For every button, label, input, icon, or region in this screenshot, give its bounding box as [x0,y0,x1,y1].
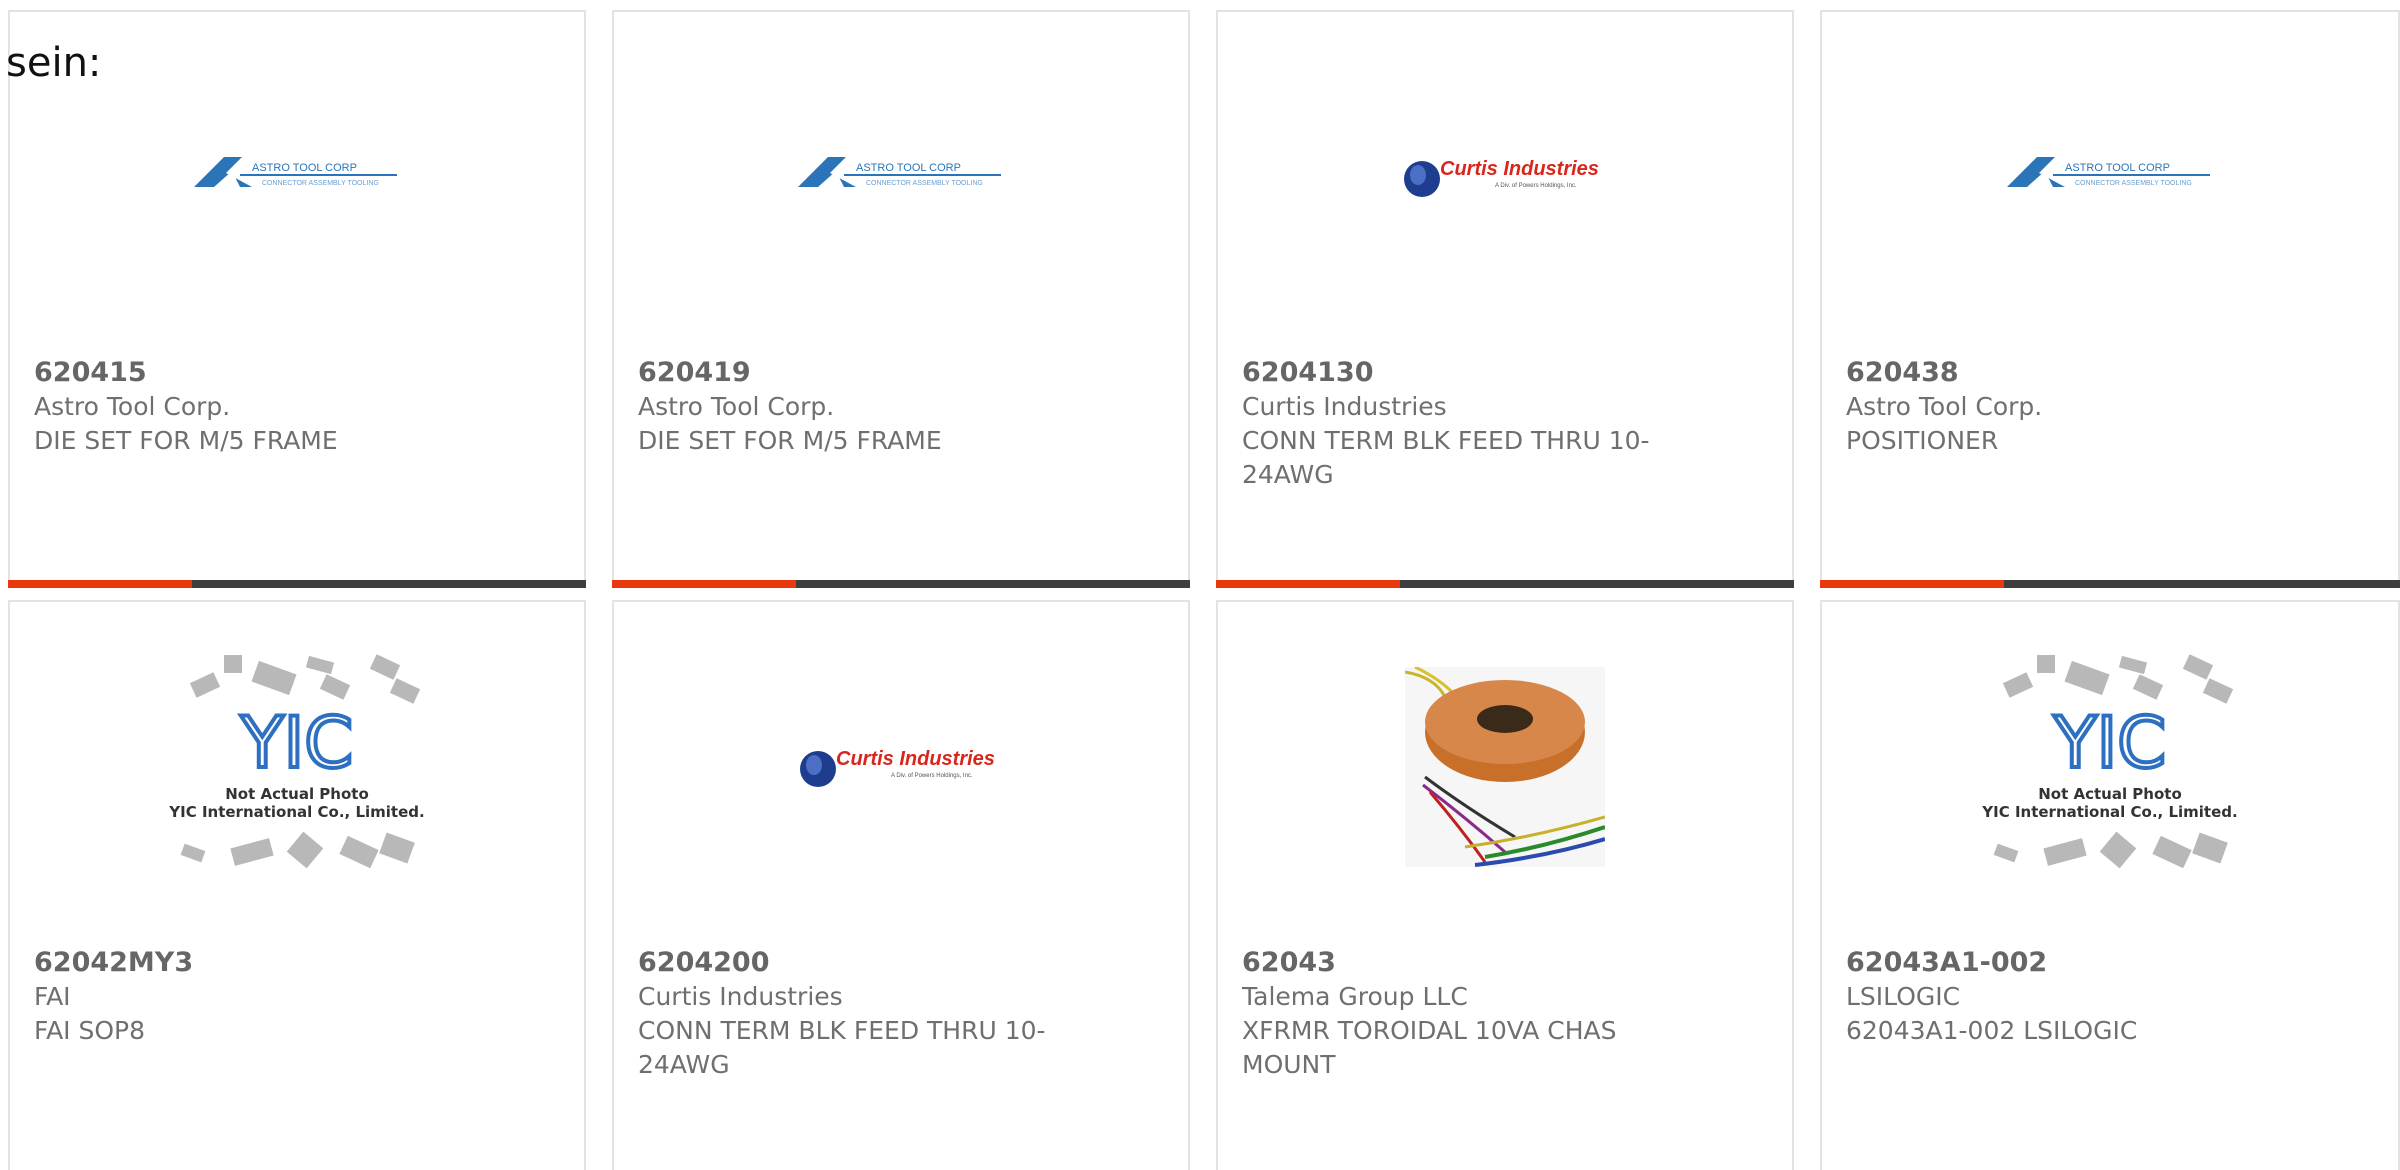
manufacturer: Curtis Industries [1242,392,1447,421]
yic-placeholder-image: YIC Not Actual Photo YIC International C… [168,654,425,869]
part-number[interactable]: 62043 [1242,946,1662,980]
description: CONN TERM BLK FEED THRU 10-24AWG [638,1016,1046,1079]
card-accent-bar [612,580,1190,588]
product-image[interactable]: YIC Not Actual Photo YIC International C… [10,602,584,932]
yic-note-line2: YIC International Co., Limited. [168,803,424,821]
product-image[interactable] [1218,602,1792,932]
part-number[interactable]: 620415 [34,356,454,390]
card-accent-bar [1216,580,1794,588]
curtis-logo-tagline: A Div. of Powers Holdings, Inc. [1495,183,1577,189]
manufacturer: Talema Group LLC [1242,982,1468,1011]
product-info: 620415 Astro Tool Corp. DIE SET FOR M/5 … [34,356,454,458]
description: POSITIONER [1846,426,1999,455]
astro-tool-corp-logo: ASTRO TOOL CORP CONNECTOR ASSEMBLY TOOLI… [798,157,1001,187]
card-accent-bar [1820,580,2400,588]
product-image[interactable]: Curtis Industries A Div. of Powers Holdi… [614,602,1188,932]
manufacturer: Astro Tool Corp. [34,392,231,421]
curtis-logo-tagline: A Div. of Powers Holdings, Inc. [891,773,973,779]
manufacturer: LSILOGIC [1846,982,1961,1011]
description: XFRMR TOROIDAL 10VA CHAS MOUNT [1242,1016,1617,1079]
description: DIE SET FOR M/5 FRAME [638,426,942,455]
description: FAI SOP8 [34,1016,146,1045]
product-card[interactable]: YIC Not Actual Photo YIC International C… [1820,600,2400,1170]
astro-logo-tagline: CONNECTOR ASSEMBLY TOOLING [262,180,379,187]
astro-logo-tagline: CONNECTOR ASSEMBLY TOOLING [866,180,983,187]
description: DIE SET FOR M/5 FRAME [34,426,338,455]
astro-logo-tagline: CONNECTOR ASSEMBLY TOOLING [2075,180,2192,187]
product-info: 620438 Astro Tool Corp. POSITIONER [1846,356,2266,458]
manufacturer: Curtis Industries [638,982,843,1011]
yic-note-line2: YIC International Co., Limited. [1981,803,2237,821]
yic-note-line1: Not Actual Photo [2038,785,2182,803]
toroidal-transformer-photo [1405,667,1605,867]
part-number[interactable]: 6204200 [638,946,1058,980]
description: 62043A1-002 LSILOGIC [1846,1016,2138,1045]
product-image[interactable]: ASTRO TOOL CORP CONNECTOR ASSEMBLY TOOLI… [1822,12,2398,342]
product-grid: ASTRO TOOL CORP CONNECTOR ASSEMBLY TOOLI… [0,0,2400,1170]
manufacturer: FAI [34,982,71,1011]
curtis-logo-name: Curtis Industries [1440,158,1599,180]
product-info: 62043A1-002 LSILOGIC 62043A1-002 LSILOGI… [1846,946,2266,1048]
part-number[interactable]: 6204130 [1242,356,1662,390]
curtis-logo-name: Curtis Industries [836,748,995,770]
curtis-industries-logo: Curtis Industries A Div. of Powers Holdi… [800,748,995,787]
product-info: 62042MY3 FAI FAI SOP8 [34,946,454,1048]
part-number[interactable]: 620419 [638,356,1058,390]
curtis-industries-logo: Curtis Industries A Div. of Powers Holdi… [1404,158,1599,197]
yic-placeholder-image: YIC Not Actual Photo YIC International C… [1981,654,2238,869]
astro-tool-corp-logo: ASTRO TOOL CORP CONNECTOR ASSEMBLY TOOLI… [2007,157,2210,187]
astro-logo-name: ASTRO TOOL CORP [2065,162,2170,174]
product-image[interactable]: YIC Not Actual Photo YIC International C… [1822,602,2398,932]
part-number[interactable]: 62043A1-002 [1846,946,2266,980]
part-number[interactable]: 620438 [1846,356,2266,390]
product-card[interactable]: ASTRO TOOL CORP CONNECTOR ASSEMBLY TOOLI… [1820,10,2400,588]
product-info: 620419 Astro Tool Corp. DIE SET FOR M/5 … [638,356,1058,458]
card-accent-bar [8,580,586,588]
product-card[interactable]: 62043 Talema Group LLC XFRMR TOROIDAL 10… [1216,600,1794,1170]
astro-tool-corp-logo: ASTRO TOOL CORP CONNECTOR ASSEMBLY TOOLI… [194,157,397,187]
part-number[interactable]: 62042MY3 [34,946,454,980]
manufacturer: Astro Tool Corp. [638,392,835,421]
product-card[interactable]: ASTRO TOOL CORP CONNECTOR ASSEMBLY TOOLI… [612,10,1190,588]
product-image[interactable]: Curtis Industries A Div. of Powers Holdi… [1218,12,1792,342]
yic-mark: YIC [240,702,353,784]
astro-logo-name: ASTRO TOOL CORP [252,162,357,174]
page-caption: sein: [6,40,102,86]
yic-note-line1: Not Actual Photo [225,785,369,803]
astro-logo-name: ASTRO TOOL CORP [856,162,961,174]
product-card[interactable]: Curtis Industries A Div. of Powers Holdi… [1216,10,1794,588]
description: CONN TERM BLK FEED THRU 10-24AWG [1242,426,1650,489]
product-info: 6204130 Curtis Industries CONN TERM BLK … [1242,356,1662,492]
product-image[interactable]: ASTRO TOOL CORP CONNECTOR ASSEMBLY TOOLI… [614,12,1188,342]
manufacturer: Astro Tool Corp. [1846,392,2043,421]
product-card[interactable]: Curtis Industries A Div. of Powers Holdi… [612,600,1190,1170]
yic-mark: YIC [2053,702,2166,784]
product-info: 62043 Talema Group LLC XFRMR TOROIDAL 10… [1242,946,1662,1082]
product-info: 6204200 Curtis Industries CONN TERM BLK … [638,946,1058,1082]
product-card[interactable]: ASTRO TOOL CORP CONNECTOR ASSEMBLY TOOLI… [8,10,586,588]
product-card[interactable]: YIC Not Actual Photo YIC International C… [8,600,586,1170]
